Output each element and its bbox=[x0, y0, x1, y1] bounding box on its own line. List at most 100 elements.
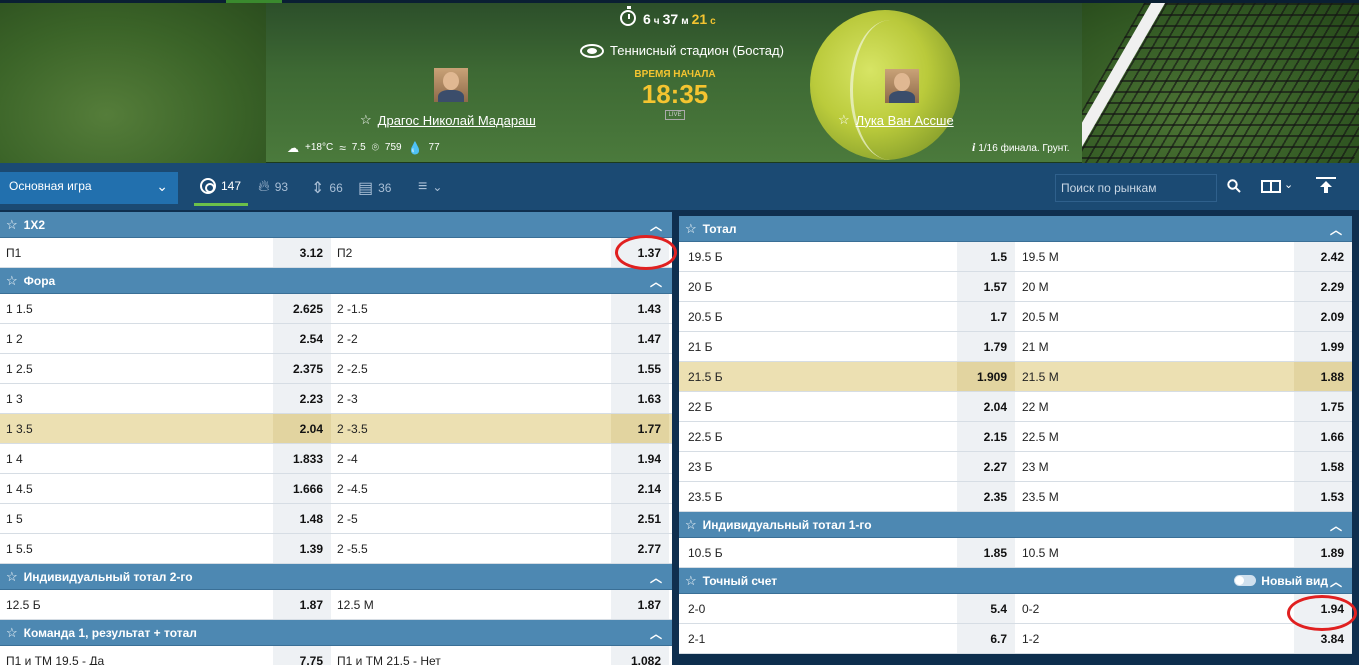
favorite-star-icon[interactable]: ☆ bbox=[685, 517, 697, 533]
outcome-odds[interactable]: 2.35 bbox=[957, 482, 1015, 511]
outcome-name[interactable]: 1 4.5 bbox=[0, 474, 273, 503]
outcome-odds[interactable]: 2.27 bbox=[957, 452, 1015, 481]
outcome-name[interactable]: 2-0 bbox=[679, 594, 957, 623]
market-header[interactable]: ☆ Индивидуальный тотал 2-го ︿ bbox=[0, 564, 672, 590]
favorite-star-icon[interactable]: ☆ bbox=[685, 573, 697, 589]
outcome-name[interactable]: 1 3.5 bbox=[0, 414, 273, 443]
outcome-odds[interactable]: 1.75 bbox=[1294, 392, 1352, 421]
outcome-name[interactable]: 2-1 bbox=[679, 624, 957, 653]
outcome-odds[interactable]: 2.42 bbox=[1294, 242, 1352, 271]
outcome-odds[interactable]: 1.833 bbox=[273, 444, 331, 473]
outcome-name[interactable]: 2 -3 bbox=[331, 384, 611, 413]
tab-stats[interactable]: ▤ 36 bbox=[358, 178, 391, 198]
player-2[interactable]: ☆ Лука Ван Ассше bbox=[838, 112, 954, 128]
outcome-name[interactable]: 22 М bbox=[1015, 392, 1294, 421]
outcome-name[interactable]: 20.5 М bbox=[1015, 302, 1294, 331]
outcome-name[interactable]: 2 -3.5 bbox=[331, 414, 611, 443]
outcome-odds[interactable]: 1.909 bbox=[957, 362, 1015, 391]
outcome-odds[interactable]: 2.15 bbox=[957, 422, 1015, 451]
search-icon[interactable] bbox=[1227, 179, 1241, 193]
market-header[interactable]: ☆ Точный счет Новый вид ︿ bbox=[679, 568, 1352, 594]
outcome-odds[interactable]: 1.79 bbox=[957, 332, 1015, 361]
tab-all-markets[interactable]: 147 bbox=[200, 178, 241, 194]
chevron-up-icon[interactable]: ︿ bbox=[1330, 517, 1342, 534]
outcome-name[interactable]: 19.5 Б bbox=[679, 242, 957, 271]
favorite-star-icon[interactable]: ☆ bbox=[838, 112, 850, 128]
chevron-up-icon[interactable]: ︿ bbox=[650, 217, 662, 234]
outcome-odds[interactable]: 5.4 bbox=[957, 594, 1015, 623]
outcome-odds[interactable]: 1.77 bbox=[611, 414, 669, 443]
outcome-odds[interactable]: 6.7 bbox=[957, 624, 1015, 653]
outcome-name[interactable]: 2 -5 bbox=[331, 504, 611, 533]
layout-columns-icon[interactable] bbox=[1261, 180, 1281, 193]
favorite-star-icon[interactable]: ☆ bbox=[6, 569, 18, 585]
outcome-odds[interactable]: 1.47 bbox=[611, 324, 669, 353]
outcome-name[interactable]: 12.5 Б bbox=[0, 590, 273, 619]
market-header[interactable]: ☆ 1X2 ︿ bbox=[0, 212, 672, 238]
outcome-name[interactable]: 23.5 М bbox=[1015, 482, 1294, 511]
outcome-odds[interactable]: 1.55 bbox=[611, 354, 669, 383]
outcome-name[interactable]: 20 М bbox=[1015, 272, 1294, 301]
outcome-name[interactable]: 22 Б bbox=[679, 392, 957, 421]
player-1-name[interactable]: Драгос Николай Мадараш bbox=[378, 113, 536, 128]
outcome-name[interactable]: 10.5 М bbox=[1015, 538, 1294, 567]
favorite-star-icon[interactable]: ☆ bbox=[685, 221, 697, 237]
outcome-name[interactable]: 23.5 Б bbox=[679, 482, 957, 511]
outcome-odds[interactable]: 3.84 bbox=[1294, 624, 1352, 653]
player-2-name[interactable]: Лука Ван Ассше bbox=[856, 113, 954, 128]
outcome-odds[interactable]: 2.04 bbox=[273, 414, 331, 443]
outcome-odds[interactable]: 3.12 bbox=[273, 238, 331, 267]
outcome-odds[interactable]: 2.51 bbox=[611, 504, 669, 533]
more-tabs-menu[interactable]: ≡ ⌄ bbox=[418, 178, 442, 196]
outcome-odds[interactable]: 1.082 bbox=[611, 646, 669, 665]
market-header[interactable]: ☆ Индивидуальный тотал 1-го ︿ bbox=[679, 512, 1352, 538]
outcome-odds[interactable]: 2.54 bbox=[273, 324, 331, 353]
outcome-name[interactable]: 20.5 Б bbox=[679, 302, 957, 331]
outcome-name[interactable]: 2 -1.5 bbox=[331, 294, 611, 323]
favorite-star-icon[interactable]: ☆ bbox=[360, 112, 372, 128]
outcome-name[interactable]: 1 4 bbox=[0, 444, 273, 473]
tab-totals[interactable]: ⇕ 66 bbox=[311, 178, 343, 198]
outcome-odds[interactable]: 1.48 bbox=[273, 504, 331, 533]
chevron-up-icon[interactable]: ︿ bbox=[650, 625, 662, 642]
chevron-up-icon[interactable]: ︿ bbox=[1330, 221, 1342, 238]
outcome-name[interactable]: 1 5.5 bbox=[0, 534, 273, 563]
chevron-up-icon[interactable]: ︿ bbox=[650, 273, 662, 290]
outcome-name[interactable]: 2 -5.5 bbox=[331, 534, 611, 563]
outcome-odds[interactable]: 1.7 bbox=[957, 302, 1015, 331]
outcome-name[interactable]: 2 -2.5 bbox=[331, 354, 611, 383]
outcome-odds[interactable]: 1.94 bbox=[1294, 594, 1352, 623]
outcome-name[interactable]: 22.5 Б bbox=[679, 422, 957, 451]
outcome-name[interactable]: 23 М bbox=[1015, 452, 1294, 481]
outcome-name[interactable]: П1 и ТМ 19.5 - Да bbox=[0, 646, 273, 665]
outcome-name[interactable]: 1 2.5 bbox=[0, 354, 273, 383]
outcome-name[interactable]: 21 М bbox=[1015, 332, 1294, 361]
outcome-name[interactable]: П1 bbox=[0, 238, 273, 267]
outcome-name[interactable]: 2 -4 bbox=[331, 444, 611, 473]
outcome-odds[interactable]: 2.14 bbox=[611, 474, 669, 503]
outcome-odds[interactable]: 1.87 bbox=[611, 590, 669, 619]
outcome-odds[interactable]: 1.39 bbox=[273, 534, 331, 563]
chevron-up-icon[interactable]: ︿ bbox=[1330, 573, 1342, 590]
outcome-odds[interactable]: 2.04 bbox=[957, 392, 1015, 421]
outcome-name[interactable]: 12.5 М bbox=[331, 590, 611, 619]
market-header[interactable]: ☆ Фора ︿ bbox=[0, 268, 672, 294]
outcome-odds[interactable]: 2.23 bbox=[273, 384, 331, 413]
favorite-star-icon[interactable]: ☆ bbox=[6, 625, 18, 641]
chevron-up-icon[interactable]: ︿ bbox=[650, 569, 662, 586]
outcome-odds[interactable]: 1.99 bbox=[1294, 332, 1352, 361]
outcome-name[interactable]: 21.5 М bbox=[1015, 362, 1294, 391]
outcome-odds[interactable]: 1.5 bbox=[957, 242, 1015, 271]
outcome-name[interactable]: П1 и ТМ 21.5 - Нет bbox=[331, 646, 611, 665]
outcome-odds[interactable]: 2.375 bbox=[273, 354, 331, 383]
outcome-odds[interactable]: 1.85 bbox=[957, 538, 1015, 567]
outcome-name[interactable]: 21.5 Б bbox=[679, 362, 957, 391]
outcome-odds[interactable]: 2.29 bbox=[1294, 272, 1352, 301]
favorite-star-icon[interactable]: ☆ bbox=[6, 273, 18, 289]
tab-popular[interactable]: 🔥︎ 93 bbox=[258, 178, 288, 196]
outcome-odds[interactable]: 1.66 bbox=[1294, 422, 1352, 451]
market-search-input[interactable] bbox=[1055, 174, 1217, 202]
outcome-odds[interactable]: 1.666 bbox=[273, 474, 331, 503]
outcome-odds[interactable]: 1.53 bbox=[1294, 482, 1352, 511]
outcome-odds[interactable]: 2.625 bbox=[273, 294, 331, 323]
